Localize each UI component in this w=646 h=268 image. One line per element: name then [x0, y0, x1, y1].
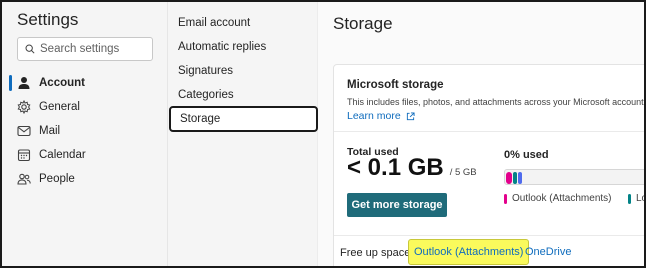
person-icon: [17, 76, 31, 90]
subnav-storage[interactable]: Storage: [169, 106, 318, 132]
open-external-icon: [406, 111, 415, 120]
settings-title: Settings: [17, 10, 79, 29]
total-capacity: / 5 GB: [449, 167, 477, 178]
free-up-space-row: Free up space Outlook (Attachments) OneD…: [334, 235, 644, 266]
page-title: Storage: [333, 14, 393, 33]
free-up-onedrive-link[interactable]: OneDrive: [525, 239, 571, 265]
calendar-icon: [17, 148, 31, 162]
subnav-email-account[interactable]: Email account: [178, 17, 250, 29]
bar-segment-teal: [513, 172, 517, 184]
people-icon: [17, 172, 31, 186]
nav-item-calendar[interactable]: Calendar: [17, 145, 86, 165]
microsoft-storage-card: Microsoft storage This includes files, p…: [333, 64, 646, 266]
storage-usage-bar: [504, 169, 644, 185]
legend-outlook-attachments: Outlook (Attachments): [504, 193, 611, 204]
legend-other: Lo: [628, 193, 644, 204]
get-more-storage-button[interactable]: Get more storage: [347, 193, 447, 217]
subnav-categories[interactable]: Categories: [178, 89, 234, 101]
free-up-outlook-attachments-link[interactable]: Outlook (Attachments): [408, 239, 530, 265]
nav-item-mail[interactable]: Mail: [17, 121, 60, 141]
card-description: This includes files, photos, and attachm…: [347, 97, 646, 107]
total-used-amount: < 0.1 GB: [347, 154, 444, 181]
bar-segment-outlook-attachments: [506, 172, 512, 184]
nav-item-label: Mail: [39, 125, 61, 137]
bar-segment-other: [518, 172, 522, 184]
nav-item-account[interactable]: Account: [17, 73, 85, 93]
selected-indicator: [9, 75, 12, 91]
subnav-automatic-replies[interactable]: Automatic replies: [178, 41, 266, 53]
search-settings-box[interactable]: [17, 37, 153, 61]
free-up-space-label: Free up space: [340, 247, 411, 259]
learn-more-link[interactable]: Learn more: [347, 110, 415, 122]
search-input[interactable]: [40, 43, 150, 55]
nav-item-people[interactable]: People: [17, 169, 75, 189]
settings-sidebar: Settings Account: [2, 2, 168, 266]
legend-label: Outlook (Attachments): [512, 193, 612, 204]
nav-item-label: General: [39, 101, 80, 113]
gear-icon: [17, 100, 31, 114]
nav-item-label: People: [39, 173, 75, 185]
legend-swatch: [504, 193, 507, 204]
nav-item-label: Account: [39, 77, 85, 89]
card-heading: Microsoft storage: [347, 79, 444, 91]
subnav-signatures[interactable]: Signatures: [178, 65, 233, 77]
legend-swatch: [628, 193, 631, 204]
account-subnav: Email account Automatic replies Signatur…: [168, 2, 318, 266]
learn-more-label: Learn more: [347, 110, 401, 122]
percent-used-label: 0% used: [504, 149, 549, 161]
settings-window: Settings Account: [0, 0, 646, 268]
search-icon: [25, 44, 35, 54]
nav-item-label: Calendar: [39, 149, 86, 161]
mail-icon: [17, 124, 31, 138]
nav-item-general[interactable]: General: [17, 97, 80, 117]
storage-content: Storage Microsoft storage This includes …: [318, 2, 644, 266]
total-used-value: < 0.1 GB / 5 GB: [347, 154, 477, 182]
legend-label: Lo: [636, 193, 644, 204]
card-divider: [334, 131, 644, 132]
